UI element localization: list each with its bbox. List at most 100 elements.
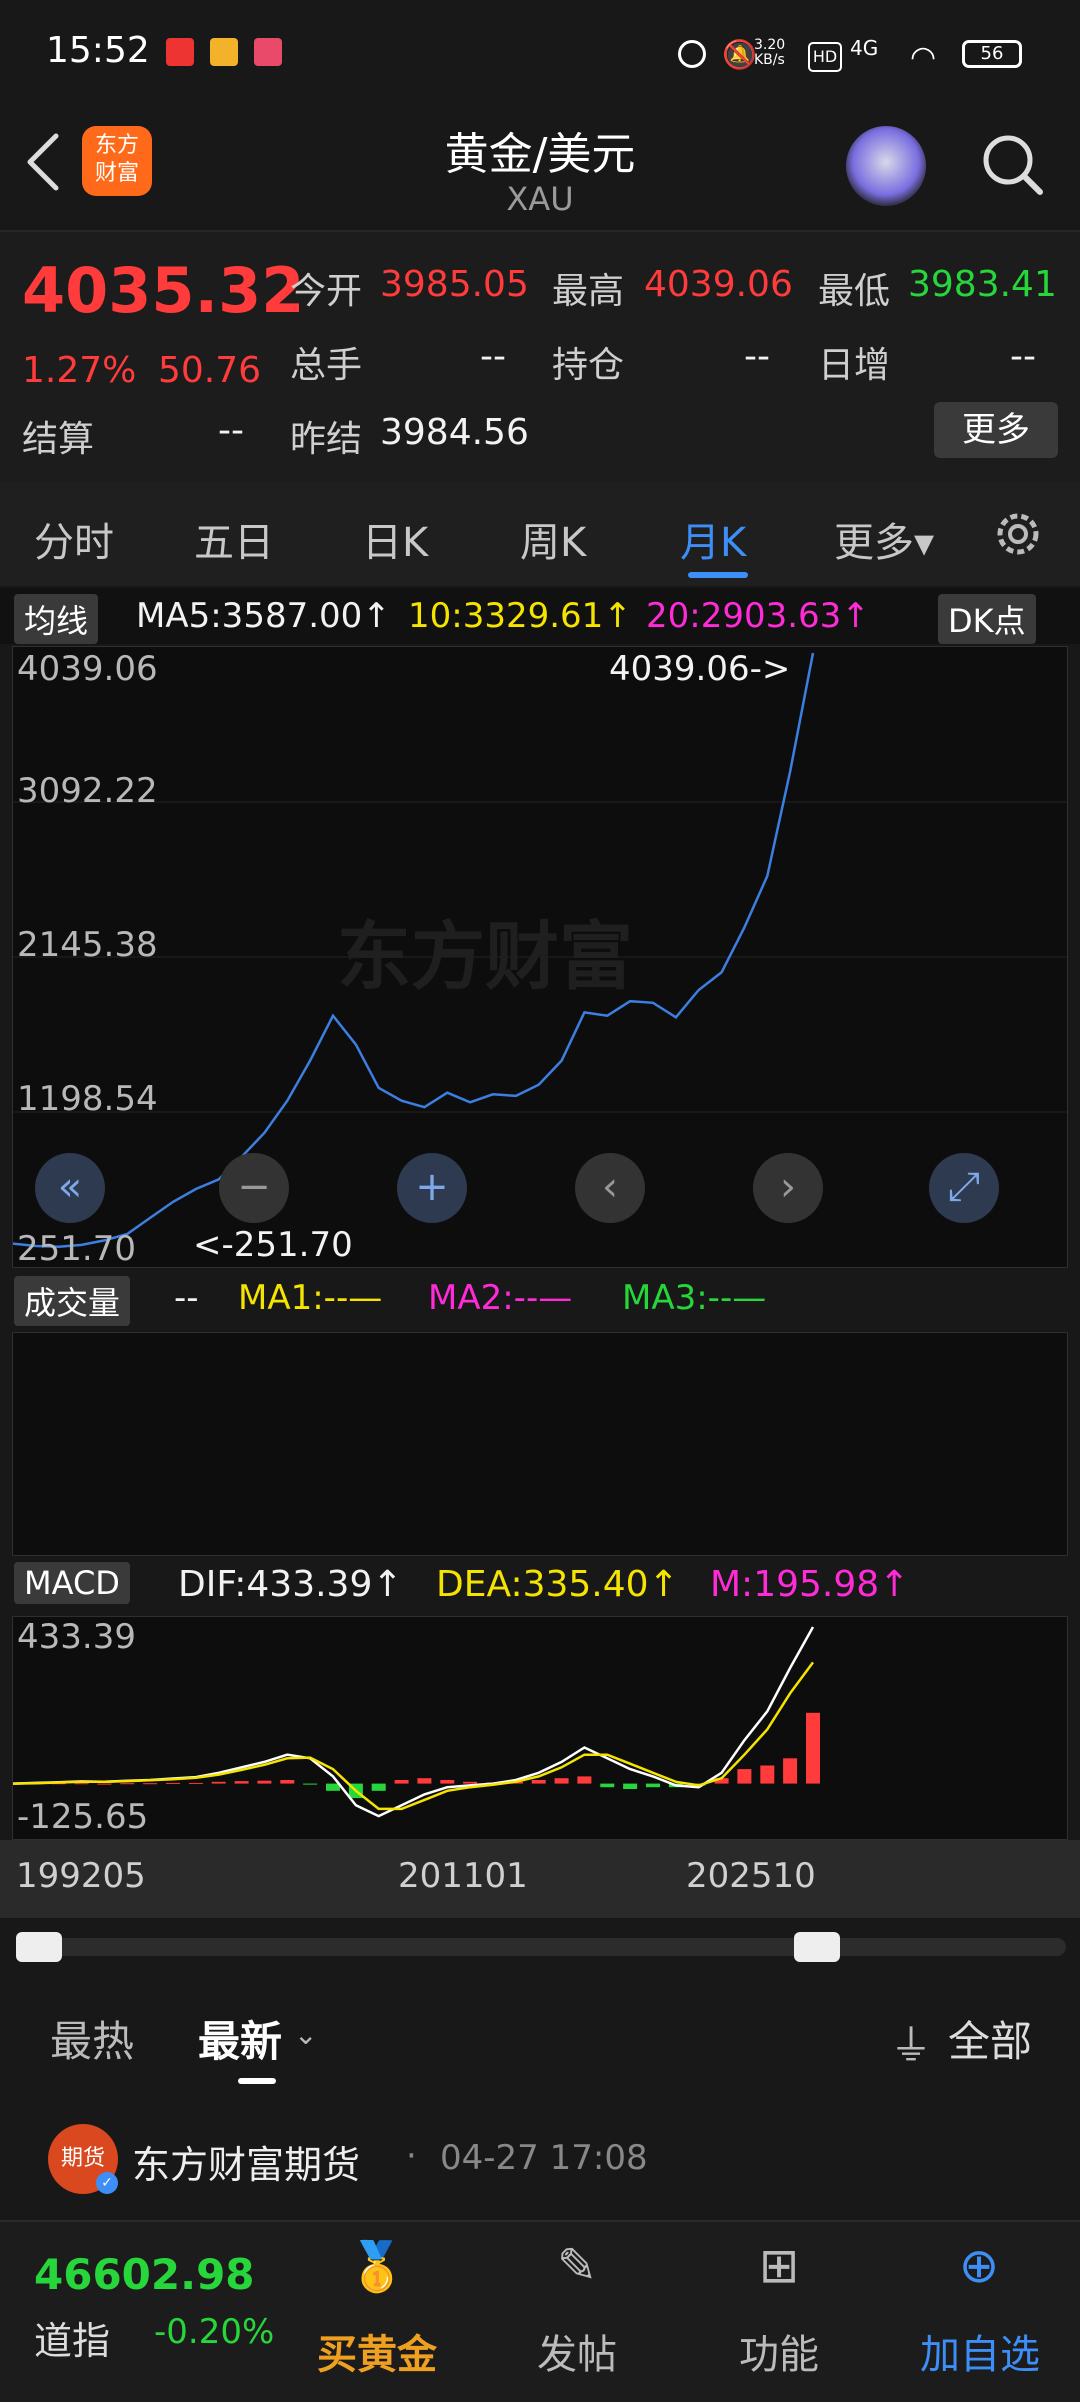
functions-button[interactable]: 功能 [712,2322,846,2380]
app-notification-icon [166,38,194,66]
macd-bar [188,1782,203,1784]
quote-panel: 4035.32 1.27% 50.76 今开 3985.05 最高 4039.0… [0,230,1080,482]
macd-bar [166,1782,180,1784]
author-name[interactable]: 东方财富期货 [132,2134,360,2189]
fullscreen-icon[interactable]: ⤢ [929,1153,999,1223]
macd-bar [394,1780,409,1784]
price-chart-panel[interactable]: 东方财富 4039.06 3092.22 2145.38 1198.54 251… [12,646,1068,1269]
post-edit-icon[interactable]: ✎ [532,2238,622,2294]
chevron-down-icon[interactable]: ⌄ [294,2018,317,2051]
battery-icon: 56 [962,40,1022,68]
add-watchlist-icon[interactable]: ⊕ [934,2238,1024,2294]
scroll-left-icon[interactable]: ‹ [575,1153,645,1223]
macd-bar [143,1783,158,1785]
macd-toggle-button[interactable]: MACD [14,1562,130,1604]
dk-point-button[interactable]: DK点 [938,594,1036,644]
wifi-icon: ◠ [910,40,937,75]
scroll-left-fast-icon[interactable]: « [35,1153,105,1223]
ma-legend-row: 均线 MA5:3587.00↑ 10:3329.61↑ 20:2903.63↑ … [0,588,1080,644]
add-watchlist-button[interactable]: 加自选 [900,2322,1060,2380]
gold-ingot-icon[interactable]: 🥇 [332,2238,422,2295]
buy-gold-button[interactable]: 买黄金 [310,2322,444,2380]
settings-gear-icon[interactable] [990,506,1046,562]
tab-daily-k[interactable]: 日K [362,510,428,568]
daily-increase-label: 日增 [818,345,891,386]
low-annotation: <-251.70 [193,1225,353,1265]
tab-active-indicator [688,572,748,578]
functions-grid-icon[interactable]: ⊞ [734,2238,824,2294]
macd-bar [646,1783,660,1788]
date-label-0: 199205 [16,1856,146,1896]
daily-increase-value: -- [1010,336,1036,377]
macd-bar [417,1778,432,1784]
price-axis-4: 251.70 [17,1229,136,1269]
zoom-in-icon[interactable]: + [397,1153,467,1223]
ma-toggle-button[interactable]: 均线 [14,594,99,644]
macd-chart-panel[interactable]: 433.39 -125.65 [12,1616,1068,1840]
robot-assistant-icon[interactable] [846,126,926,206]
macd-bar [623,1783,638,1789]
news-tab-hot[interactable]: 最热 [50,2008,134,2069]
macd-dea: DEA:335.40↑ [436,1564,679,1605]
tab-more[interactable]: 更多▾ [834,510,934,568]
macd-bar [737,1769,752,1784]
filter-all[interactable]: 全部 [948,2008,1032,2069]
volume-label: 总手 [290,345,363,386]
net-speed: 3.20 KB/s [754,37,786,68]
position-value: -- [744,336,770,377]
open-label: 今开 [290,271,363,312]
status-bar: 15:52 🔕 3.20 KB/s HD 4G ◠ 56 [0,0,1080,100]
alarm-icon [678,40,706,68]
volume-toggle-button[interactable]: 成交量 [14,1276,131,1326]
macd-dif: DIF:433.39↑ [178,1564,403,1605]
macd-axis-bottom: -125.65 [17,1797,149,1837]
macd-bar [120,1783,135,1785]
volume-ma2: MA2:--— [428,1278,573,1318]
macd-chart [13,1626,820,1818]
tab-weekly-k[interactable]: 周K [520,510,586,568]
status-time: 15:52 [46,30,150,71]
zoom-out-icon[interactable]: − [219,1153,289,1223]
gift-icon [254,38,282,66]
ma10-value: 10:3329.61↑ [408,596,632,636]
macd-m: M:195.98↑ [710,1564,910,1605]
range-handle-right[interactable] [794,1932,840,1962]
search-icon[interactable] [978,130,1048,200]
post-button[interactable]: 发帖 [510,2322,644,2380]
macd-bar [783,1758,798,1784]
signal-icon: 4G [850,36,879,60]
macd-bar [211,1781,226,1784]
filter-icon[interactable]: ⏚ [890,2012,932,2073]
range-handle-left[interactable] [16,1932,62,1962]
index-value[interactable]: 46602.98 [34,2250,255,2299]
change-value: 50.76 [158,350,262,391]
watermark: 东方财富 [337,914,633,1000]
macd-bar [74,1783,89,1785]
date-axis: 199205 201101 202510 [0,1840,1080,1918]
macd-bar [97,1783,112,1785]
range-slider-track[interactable] [16,1932,1066,1962]
more-button[interactable]: 更多 [934,402,1058,458]
volume-chart-panel[interactable] [12,1332,1068,1556]
macd-bar [280,1780,295,1784]
index-name[interactable]: 道指 [34,2310,110,2365]
macd-legend-row: MACD DIF:433.39↑ DEA:335.40↑ M:195.98↑ [0,1558,1080,1614]
high-label: 最高 [552,271,625,312]
high-value: 4039.06 [644,264,793,305]
macd-bar [440,1780,455,1784]
volume-legend-value: -- [174,1278,199,1318]
index-change[interactable]: -0.20% [154,2312,274,2352]
last-price: 4035.32 [22,254,305,327]
tab-intraday[interactable]: 分时 [34,510,114,568]
tab-five-day[interactable]: 五日 [194,510,274,568]
scroll-right-icon[interactable]: › [753,1153,823,1223]
mute-icon: 🔕 [722,38,757,71]
news-tab-underline [238,2078,276,2084]
macd-axis-top: 433.39 [17,1617,136,1657]
tab-monthly-k[interactable]: 月K [680,510,746,568]
low-value: 3983.41 [908,264,1057,305]
header: 东方 财富 黄金/美元 XAU [0,100,1080,230]
news-tab-new[interactable]: 最新 [198,2008,282,2069]
prev-settle-value: 3984.56 [380,412,529,453]
volume-ma1: MA1:--— [238,1278,383,1318]
